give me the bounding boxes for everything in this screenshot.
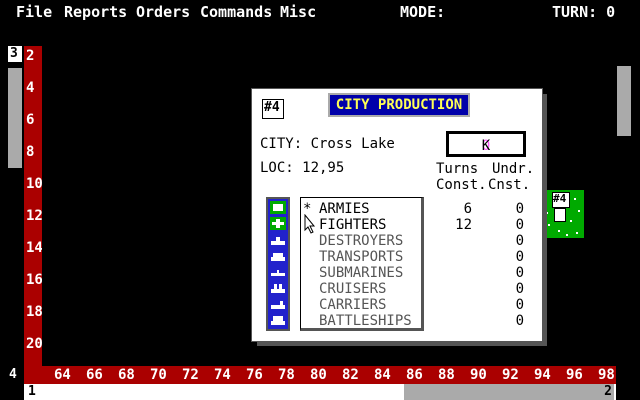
row-label: 10: [26, 176, 43, 192]
menu-file[interactable]: File: [16, 3, 52, 21]
under-header: Undr.: [492, 161, 535, 177]
row-label: 14: [26, 240, 43, 256]
col-label: 86: [406, 367, 423, 383]
unit-type-list[interactable]: * ARMIES FIGHTERS DESTROYERS TRANSPORTS …: [300, 197, 424, 331]
col-label: 78: [278, 367, 295, 383]
unit-option-destroyers[interactable]: DESTROYERS: [319, 233, 403, 249]
turn-label: TURN: 0: [552, 3, 616, 21]
under-header-2: Cnst.: [488, 177, 531, 193]
destroyer-icon[interactable]: [270, 233, 286, 246]
dialog-title-bar: CITY PRODUCTION: [328, 93, 470, 117]
row-label: 12: [26, 208, 43, 224]
turns-header-2: Const.: [436, 177, 487, 193]
unit-option-cruisers[interactable]: CRUISERS: [319, 281, 386, 297]
scroll-number: 3: [10, 46, 18, 61]
row-label: 4: [26, 80, 35, 96]
scroll-thumb[interactable]: [617, 66, 631, 136]
corner-number: 4: [9, 367, 17, 382]
location-label: LOC: 12,95: [260, 160, 345, 176]
row-label: 8: [26, 144, 35, 160]
under-value: 0: [515, 297, 524, 313]
under-value: 0: [515, 249, 524, 265]
column-ruler: 64 66 68 70 72 74 76 78 80 82 84 86 88 9…: [24, 366, 616, 384]
unit-option-carriers[interactable]: CARRIERS: [319, 297, 386, 313]
unit-option-fighters[interactable]: FIGHTERS: [319, 217, 386, 233]
cruiser-icon[interactable]: [270, 281, 286, 294]
city-icon: [554, 208, 566, 222]
turns-value: 6: [463, 201, 472, 217]
menu-orders[interactable]: Orders: [136, 3, 190, 21]
unit-option-submarines[interactable]: SUBMARINES: [319, 265, 403, 281]
col-label: 70: [150, 367, 167, 383]
under-value: 0: [515, 313, 524, 329]
dialog-title: CITY PRODUCTION: [335, 97, 463, 113]
mode-label: MODE:: [400, 3, 446, 21]
fighter-icon[interactable]: [270, 217, 286, 230]
col-label: 98: [598, 367, 615, 383]
city-production-dialog: #4 CITY PRODUCTION CITY: Cross Lake LOC:…: [251, 88, 543, 342]
unit-icon-strip: [266, 197, 290, 331]
col-label: 94: [534, 367, 551, 383]
vertical-scrollbar-right[interactable]: [616, 46, 632, 386]
row-label: 16: [26, 272, 43, 288]
scroll-position-box: 3: [8, 46, 22, 62]
col-label: 76: [246, 367, 263, 383]
row-label: 6: [26, 112, 35, 128]
col-label: 74: [214, 367, 231, 383]
scroll-number: 2: [604, 384, 612, 399]
mouse-cursor-icon: [304, 214, 316, 234]
col-label: 72: [182, 367, 199, 383]
turns-value: 12: [455, 217, 472, 233]
under-value: 0: [515, 281, 524, 297]
unit-option-battleships[interactable]: BATTLESHIPS: [319, 313, 412, 329]
col-label: 96: [566, 367, 583, 383]
menu-bar: File Reports Orders Commands Misc MODE: …: [0, 0, 640, 24]
menu-misc[interactable]: Misc: [280, 3, 316, 21]
carrier-icon[interactable]: [270, 297, 286, 310]
col-label: 90: [470, 367, 487, 383]
under-value: 0: [515, 265, 524, 281]
row-label: 2: [26, 48, 35, 64]
menu-separator: [0, 24, 640, 46]
city-name-label: CITY: Cross Lake: [260, 136, 395, 152]
unit-option-transports[interactable]: TRANSPORTS: [319, 249, 403, 265]
col-label: 80: [310, 367, 327, 383]
city-badge: #4: [552, 192, 570, 208]
menu-commands[interactable]: Commands: [200, 3, 272, 21]
scroll-thumb[interactable]: [8, 68, 22, 168]
unit-option-armies[interactable]: ARMIES: [319, 201, 370, 217]
row-label: 18: [26, 304, 43, 320]
scroll-thumb[interactable]: 2: [404, 384, 614, 400]
col-label: 66: [86, 367, 103, 383]
row-label: 20: [26, 336, 43, 352]
col-label: 68: [118, 367, 135, 383]
under-value: 0: [515, 217, 524, 233]
row-ruler: 2 4 6 8 10 12 14 16 18 20: [24, 46, 43, 366]
menu-reports[interactable]: Reports: [64, 3, 127, 21]
under-value: 0: [515, 233, 524, 249]
horizontal-scrollbar[interactable]: 1 2: [24, 384, 616, 400]
ok-button[interactable]: OK: [446, 131, 526, 157]
col-label: 88: [438, 367, 455, 383]
col-label: 84: [374, 367, 391, 383]
col-label: 92: [502, 367, 519, 383]
col-label: 82: [342, 367, 359, 383]
battleship-icon[interactable]: [270, 313, 286, 326]
army-icon[interactable]: [270, 201, 286, 214]
turns-header: Turns: [436, 161, 479, 177]
transport-icon[interactable]: [270, 249, 286, 262]
col-label: 64: [54, 367, 71, 383]
under-value: 0: [515, 201, 524, 217]
scroll-number: 1: [28, 384, 36, 399]
submarine-icon[interactable]: [270, 265, 286, 278]
map-city-tile[interactable]: #4: [544, 190, 584, 238]
vertical-scrollbar-left[interactable]: 3: [7, 46, 23, 386]
city-badge-icon: #4: [262, 99, 284, 119]
